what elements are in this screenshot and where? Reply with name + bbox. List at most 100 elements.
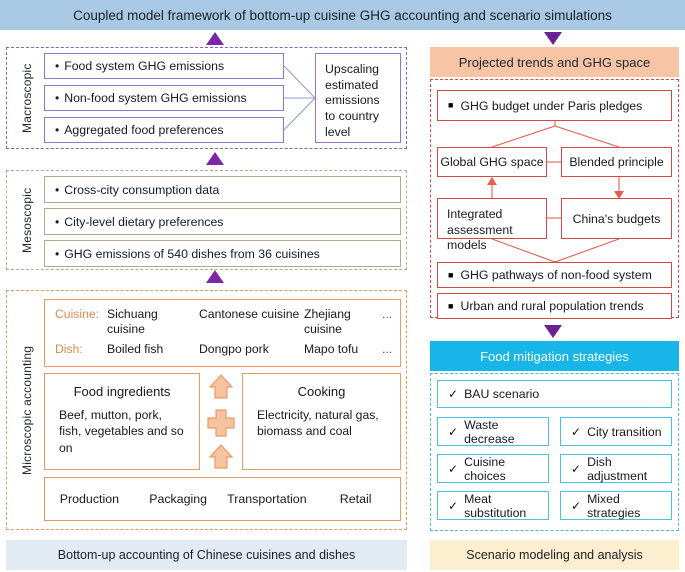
check-icon: ✓ (571, 424, 582, 439)
arrow-up-meso-to-macro-icon (206, 152, 224, 165)
ghg-budget-label: GHG budget under Paris pledges (460, 98, 643, 113)
arrow-down-to-mitigation-icon (544, 325, 562, 338)
blended-principle-label: Blended principle (569, 155, 664, 169)
cooking-body: Electricity, natural gas, biomass and co… (257, 408, 379, 439)
bullet-icon: • (55, 91, 60, 105)
food-ingredients-title: Food ingredients (73, 384, 171, 399)
macro-item-label: Aggregated food preferences (64, 123, 224, 137)
food-mitigation-title: Food mitigation strategies (480, 348, 629, 364)
meso-item-consumption-data: • Cross-city consumption data (44, 176, 401, 203)
meso-item-label: City-level dietary preferences (64, 214, 224, 229)
cuisine-value: Cantonese cuisine (199, 307, 300, 321)
cuisine-row: Cuisine: Sichuang cuisine Cantonese cuis… (45, 307, 400, 338)
china-budgets-box: China's budgets (561, 198, 672, 239)
global-ghg-space-box: Global GHG space (437, 147, 547, 177)
bullet-icon: • (55, 246, 60, 261)
bullet-icon: • (55, 182, 60, 197)
arrow-down-to-projected-icon (544, 32, 562, 45)
population-trends-label: Urban and rural population trends (460, 299, 644, 313)
macro-item-label: Non-food system GHG emissions (64, 91, 247, 105)
macro-item-label: Food system GHG emissions (64, 59, 225, 73)
iam-to-global-arrow (487, 177, 624, 199)
square-bullet-icon: ■ (448, 269, 454, 280)
macro-connector-lines (284, 65, 316, 131)
ghg-pathways-box: ■ GHG pathways of non-food system (437, 262, 672, 288)
bullet-icon: • (55, 123, 60, 137)
left-footer-label: Bottom-up accounting of Chinese cuisines… (57, 548, 356, 562)
ingredients-cooking-connector (207, 374, 235, 469)
projected-trends-header: Projected trends and GHG space (430, 47, 679, 77)
dish-label: Dish: (55, 341, 83, 356)
check-icon: ✓ (571, 461, 582, 476)
dish-value: Dongpo pork (199, 341, 269, 356)
dish-row: Dish: Boiled fish Dongpo pork Mapo tofu … (45, 342, 400, 357)
meso-item-dietary-preferences: • City-level dietary preferences (44, 208, 401, 235)
square-bullet-icon: ■ (448, 100, 454, 110)
lifecycle-stages-box: Production Packaging Transportation Reta… (44, 477, 401, 521)
cuisine-value: Sichuang cuisine (107, 307, 158, 337)
food-ingredients-body: Beef, mutton, pork, fish, vegetables and… (59, 408, 184, 455)
page-title: Coupled model framework of bottom-up cui… (73, 7, 612, 23)
stage-transportation: Transportation (227, 492, 307, 506)
arrow-up-top-icon (208, 374, 234, 399)
models-to-pathways-connector (491, 239, 620, 263)
check-icon: ✓ (448, 387, 459, 401)
strategy-label: Mixed strategies (587, 491, 641, 520)
meso-item-label: GHG emissions of 540 dishes from 36 cuis… (64, 246, 320, 261)
left-footer-banner: Bottom-up accounting of Chinese cuisines… (6, 540, 407, 570)
check-icon: ✓ (448, 498, 459, 513)
strategy-label: Dish adjustment (587, 454, 648, 483)
cuisine-dish-box: Cuisine: Sichuang cuisine Cantonese cuis… (44, 299, 401, 367)
strategy-meat-substitution: ✓ Meat substitution (437, 491, 549, 520)
meso-item-label: Cross-city consumption data (64, 182, 220, 197)
budget-to-space-connector (491, 121, 620, 148)
projected-trends-title: Projected trends and GHG space (458, 54, 651, 70)
ghg-budget-box: ■ GHG budget under Paris pledges (437, 90, 672, 121)
strategy-city-transition: ✓ City transition (560, 417, 672, 446)
cooking-title: Cooking (297, 384, 346, 399)
stage-packaging: Packaging (149, 492, 208, 506)
upscaling-label: Upscaling estimated emissions to country… (325, 62, 380, 139)
framework-title-banner: Coupled model framework of bottom-up cui… (0, 0, 685, 30)
check-icon: ✓ (448, 424, 459, 439)
macro-item-food-system: • Food system GHG emissions (44, 53, 284, 79)
check-icon: ✓ (571, 498, 582, 513)
strategy-waste-decrease: ✓ Waste decrease (437, 417, 549, 446)
dish-ellipsis: ... (382, 341, 393, 356)
dish-value: Boiled fish (107, 341, 164, 356)
strategy-cuisine-choices: ✓ Cuisine choices (437, 454, 549, 483)
stage-retail: Retail (339, 492, 372, 506)
arrow-up-bottom-icon (208, 444, 234, 469)
arrow-up-to-banner-icon (206, 32, 224, 45)
check-icon: ✓ (448, 461, 459, 476)
arrow-up-micro-to-meso-icon (206, 270, 224, 283)
space-principle-link (547, 161, 561, 163)
plus-icon (207, 409, 235, 437)
iam-china-link (547, 217, 561, 219)
strategy-label: Cuisine choices (464, 454, 506, 483)
population-trends-box: ■ Urban and rural population trends (437, 293, 672, 319)
square-bullet-icon: ■ (448, 300, 454, 311)
mesoscopic-side-label: Mesoscopic (20, 187, 34, 253)
microscopic-side-label: Microscopic accounting (20, 345, 34, 475)
strategy-label: Meat substitution (464, 491, 527, 520)
china-budgets-label: China's budgets (572, 211, 661, 226)
stage-production: Production (59, 492, 119, 506)
strategy-mixed-strategies: ✓ Mixed strategies (560, 491, 672, 520)
macroscopic-side-label: Macroscopic (20, 63, 34, 133)
right-footer-banner: Scenario modeling and analysis (430, 540, 679, 570)
food-mitigation-header: Food mitigation strategies (430, 341, 679, 371)
macro-item-food-preferences: • Aggregated food preferences (44, 117, 284, 143)
ghg-pathways-label: GHG pathways of non-food system (460, 268, 652, 282)
bullet-icon: • (55, 214, 60, 229)
food-ingredients-box: Food ingredients Beef, mutton, pork, fis… (44, 373, 200, 470)
bullet-icon: • (55, 59, 60, 73)
macro-item-nonfood-system: • Non-food system GHG emissions (44, 85, 284, 111)
cuisine-ellipsis: ... (382, 307, 393, 321)
global-ghg-space-label: Global GHG space (440, 155, 544, 169)
cooking-box: Cooking Electricity, natural gas, biomas… (242, 373, 401, 470)
cuisine-label: Cuisine: (55, 307, 100, 321)
dish-value: Mapo tofu (304, 341, 359, 356)
strategy-dish-adjustment: ✓ Dish adjustment (560, 454, 672, 483)
meso-item-dish-emissions: • GHG emissions of 540 dishes from 36 cu… (44, 240, 401, 267)
